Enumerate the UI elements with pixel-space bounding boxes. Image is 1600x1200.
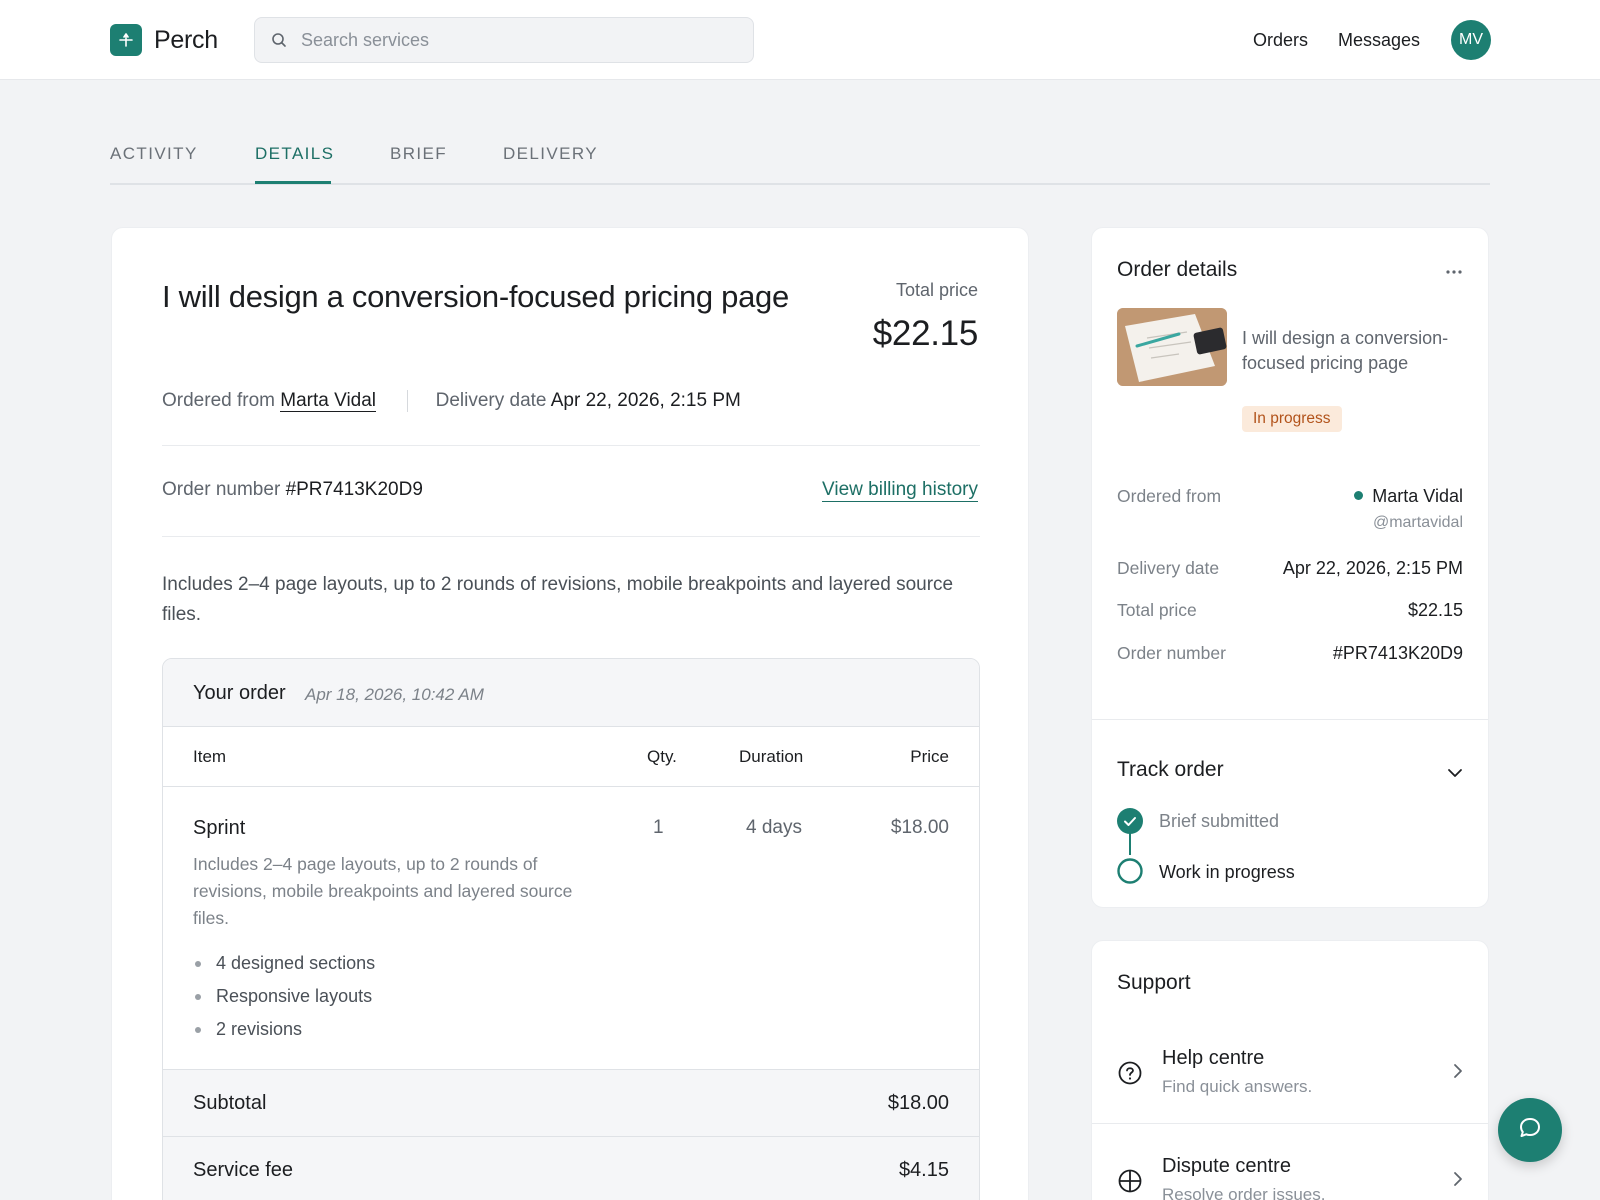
online-status-dot <box>1354 490 1364 500</box>
service-fee-label: Service fee <box>193 1159 294 1181</box>
nav-orders-link[interactable]: Orders <box>1253 28 1308 52</box>
list-item: Responsive layouts <box>193 980 375 1013</box>
side-delivery-label: Delivery date <box>1117 558 1220 578</box>
search-box[interactable] <box>254 17 754 63</box>
order-main-card: I will design a conversion-focused prici… <box>111 227 1029 1200</box>
column-duration: Duration <box>739 747 804 766</box>
brand-name[interactable]: Perch <box>154 24 218 56</box>
chat-bubble-icon <box>1517 1115 1543 1146</box>
active-tab-indicator <box>255 181 331 184</box>
ordered-from-label: Ordered from <box>162 390 275 411</box>
step-brief-submitted: Brief submitted <box>1159 811 1280 831</box>
table-row: Sprint Includes 2–4 page layouts, up to … <box>163 787 979 1067</box>
service-fee-row: Service fee $4.15 <box>163 1136 979 1200</box>
delivery-date-label: Delivery date <box>435 390 547 411</box>
order-number-label: Order number <box>162 479 281 500</box>
gig-thumbnail[interactable] <box>1117 308 1227 386</box>
track-order-title: Track order <box>1117 758 1224 781</box>
more-options-icon[interactable] <box>1445 262 1463 280</box>
step-connector <box>1129 833 1131 855</box>
brand-logo-icon[interactable] <box>110 24 142 56</box>
divider <box>1092 719 1488 720</box>
chevron-right-icon <box>1453 1063 1463 1084</box>
help-centre-title: Help centre <box>1162 1047 1265 1069</box>
view-billing-history-link[interactable]: View billing history <box>822 479 978 502</box>
column-item: Item <box>193 747 227 766</box>
side-order-number-value: #PR7413K20D9 <box>1332 643 1463 663</box>
order-details-card: Order details I will design a conversion… <box>1091 227 1489 908</box>
meta-separator <box>407 389 409 412</box>
order-title: I will design a conversion-focused prici… <box>162 279 789 314</box>
gig-title[interactable]: I will design a conversion-focused prici… <box>1242 326 1472 376</box>
divider <box>162 445 980 446</box>
step-work-in-progress: Work in progress <box>1159 862 1295 882</box>
item-description: Includes 2–4 page layouts, up to 2 round… <box>193 854 573 928</box>
lifebuoy-icon <box>1117 1168 1143 1199</box>
nav-messages-link[interactable]: Messages <box>1338 28 1420 52</box>
order-number-value: #PR7413K20D9 <box>285 479 423 500</box>
tab-brief[interactable]: BRIEF <box>390 144 447 164</box>
your-order-header: Your order Apr 18, 2026, 10:42 AM <box>163 659 979 727</box>
side-seller[interactable]: Marta Vidal <box>1354 486 1463 507</box>
order-tabs: ACTIVITY DETAILS BRIEF DELIVERY <box>110 140 1490 185</box>
top-header: Perch Orders Messages MV <box>0 0 1600 80</box>
divider <box>1092 1123 1488 1124</box>
seller-handle: @martavidal <box>1372 514 1463 531</box>
help-centre-subtitle: Find quick answers. <box>1162 1077 1313 1096</box>
list-item: 2 revisions <box>193 1013 375 1046</box>
order-description: Includes 2–4 page layouts, up to 2 round… <box>162 574 954 625</box>
user-avatar[interactable]: MV <box>1451 20 1491 60</box>
support-card: Support Help centre Find quick answers. … <box>1091 940 1489 1200</box>
subtotal-row: Subtotal $18.00 <box>163 1069 979 1136</box>
subtotal-label: Subtotal <box>193 1092 267 1114</box>
tab-details[interactable]: DETAILS <box>255 144 334 164</box>
help-centre-item[interactable]: Help centre Find quick answers. <box>1092 1023 1488 1123</box>
item-qty: 1 <box>653 817 664 838</box>
order-meta-row: Ordered from Marta Vidal Delivery date A… <box>162 388 741 414</box>
subtotal-value: $18.00 <box>887 1092 949 1114</box>
status-badge: In progress <box>1242 406 1342 432</box>
dispute-centre-title: Dispute centre <box>1162 1155 1291 1177</box>
question-circle-icon <box>1117 1060 1143 1091</box>
order-details-title: Order details <box>1117 258 1238 281</box>
divider <box>162 536 980 537</box>
search-input[interactable] <box>301 18 741 62</box>
side-total-label: Total price <box>1117 600 1197 620</box>
item-name: Sprint <box>193 817 246 839</box>
seller-link[interactable]: Marta Vidal <box>280 390 377 412</box>
chevron-down-icon[interactable] <box>1447 765 1463 783</box>
dispute-centre-subtitle: Resolve order issues. <box>1162 1185 1326 1200</box>
side-ordered-from-label: Ordered from <box>1117 486 1222 506</box>
your-order-title: Your order <box>193 682 286 704</box>
total-price-label: Total price <box>895 280 978 300</box>
tab-activity[interactable]: ACTIVITY <box>110 144 198 164</box>
list-item: 4 designed sections <box>193 947 375 980</box>
empty-circle-icon <box>1117 858 1143 889</box>
delivery-date-value: Apr 22, 2026, 2:15 PM <box>550 390 741 411</box>
side-total-value: $22.15 <box>1407 600 1463 620</box>
side-delivery-value: Apr 22, 2026, 2:15 PM <box>1282 558 1463 578</box>
chat-button[interactable] <box>1498 1098 1562 1162</box>
support-title: Support <box>1117 971 1191 994</box>
order-number-row: Order number #PR7413K20D9 <box>162 479 423 501</box>
column-qty: Qty. <box>647 747 677 766</box>
side-order-number-label: Order number <box>1117 643 1226 663</box>
total-price-value: $22.15 <box>872 314 979 353</box>
chevron-right-icon <box>1453 1171 1463 1192</box>
search-icon <box>271 32 287 53</box>
your-order-date: Apr 18, 2026, 10:42 AM <box>305 685 484 704</box>
your-order-box: Your order Apr 18, 2026, 10:42 AM Item Q… <box>162 658 980 1200</box>
item-features-list: 4 designed sections Responsive layouts 2… <box>193 947 375 1046</box>
item-price: $18.00 <box>890 817 949 838</box>
column-price: Price <box>910 747 949 766</box>
tab-delivery[interactable]: DELIVERY <box>503 144 598 164</box>
item-duration: 4 days <box>746 817 802 838</box>
table-header: Item Qty. Duration Price <box>163 727 979 787</box>
dispute-centre-item[interactable]: Dispute centre Resolve order issues. <box>1092 1131 1488 1200</box>
side-seller-name: Marta Vidal <box>1372 486 1463 506</box>
service-fee-value: $4.15 <box>898 1159 949 1181</box>
